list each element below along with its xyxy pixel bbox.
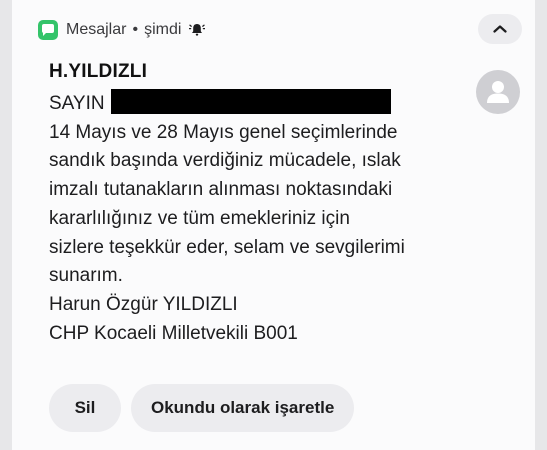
- mark-as-read-button[interactable]: Okundu olarak işaretle: [131, 384, 355, 432]
- sender-name: H.YILDIZLI: [49, 61, 148, 82]
- collapse-button[interactable]: [478, 14, 522, 44]
- message-line: kararlılığınız ve tüm emekleriniz için: [49, 207, 350, 229]
- person-icon: [487, 81, 509, 103]
- delete-button[interactable]: Sil: [49, 384, 121, 432]
- message-line: sunarım.: [49, 265, 123, 287]
- notification-time: şimdi: [144, 21, 182, 38]
- redaction-bar: [110, 89, 391, 114]
- chevron-up-icon: [493, 25, 507, 33]
- signature-name: Harun Özgür YILDIZLI: [49, 293, 238, 315]
- message-line: 14 Mayıs ve 28 Mayıs genel seçimlerinde: [49, 121, 398, 143]
- app-name: Mesajlar: [66, 21, 127, 38]
- message-line: sandık başında verdiğiniz mücadele, ısla…: [49, 150, 401, 172]
- avatar: [476, 70, 520, 114]
- message-line: sizlere teşekkür eder, selam ve sevgiler…: [49, 236, 405, 258]
- message-app-icon: [38, 20, 58, 40]
- greeting-text: SAYIN: [49, 93, 105, 114]
- greeting-line: SAYIN: [49, 89, 469, 119]
- notification-actions: Sil Okundu olarak işaretle: [49, 384, 355, 432]
- notification-card[interactable]: Mesajlar • şimdi H.YILDIZLI SAYIN 14 May…: [12, 0, 535, 450]
- notification-header: Mesajlar • şimdi: [38, 18, 206, 42]
- message-line: imzalı tutanakların alınması noktasındak…: [49, 179, 393, 201]
- header-separator: •: [132, 21, 139, 38]
- signature-title: CHP Kocaeli Milletvekili B001: [49, 322, 298, 344]
- message-body: SAYIN 14 Mayıs ve 28 Mayıs genel seçimle…: [49, 89, 469, 348]
- bell-ringing-icon: [189, 22, 206, 38]
